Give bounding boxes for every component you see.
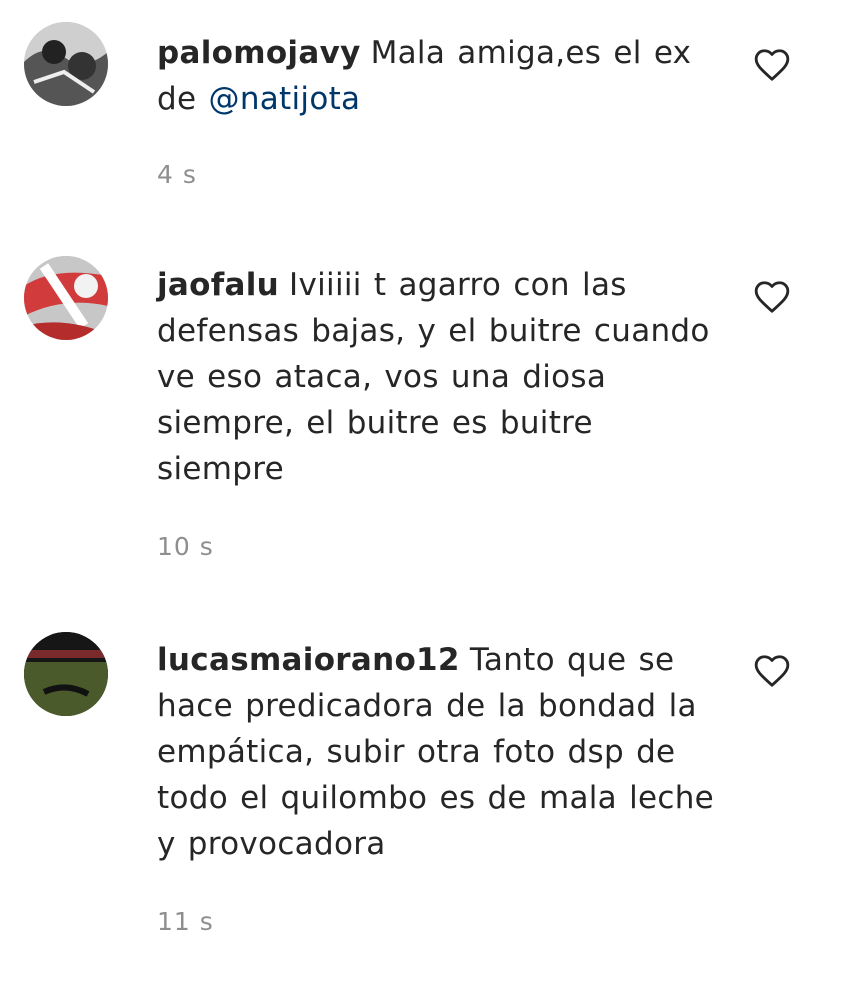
comment-username[interactable]: jaofalu: [157, 267, 279, 303]
avatar[interactable]: [24, 632, 108, 716]
mention-link[interactable]: @natijota: [209, 81, 361, 117]
comment-text: lucasmaiorano12 Tanto que se hace predica…: [157, 637, 717, 867]
comment-timestamp[interactable]: 10 s: [157, 532, 214, 561]
comment-timestamp[interactable]: 4 s: [157, 160, 197, 189]
comment-text: jaofalu Iviiiii t agarro con las defensas…: [157, 262, 717, 492]
comment-username[interactable]: lucasmaiorano12: [157, 642, 460, 678]
comment-timestamp[interactable]: 11 s: [157, 907, 214, 936]
heart-icon[interactable]: [753, 46, 791, 84]
heart-icon[interactable]: [753, 278, 791, 316]
comment-username[interactable]: palomojavy: [157, 35, 361, 71]
avatar[interactable]: [24, 22, 108, 106]
comment-text: palomojavy Mala amiga,es el ex de @natijo…: [157, 30, 717, 122]
comments-list: palomojavy Mala amiga,es el ex de @natijo…: [0, 0, 859, 992]
heart-icon[interactable]: [753, 652, 791, 690]
avatar[interactable]: [24, 256, 108, 340]
